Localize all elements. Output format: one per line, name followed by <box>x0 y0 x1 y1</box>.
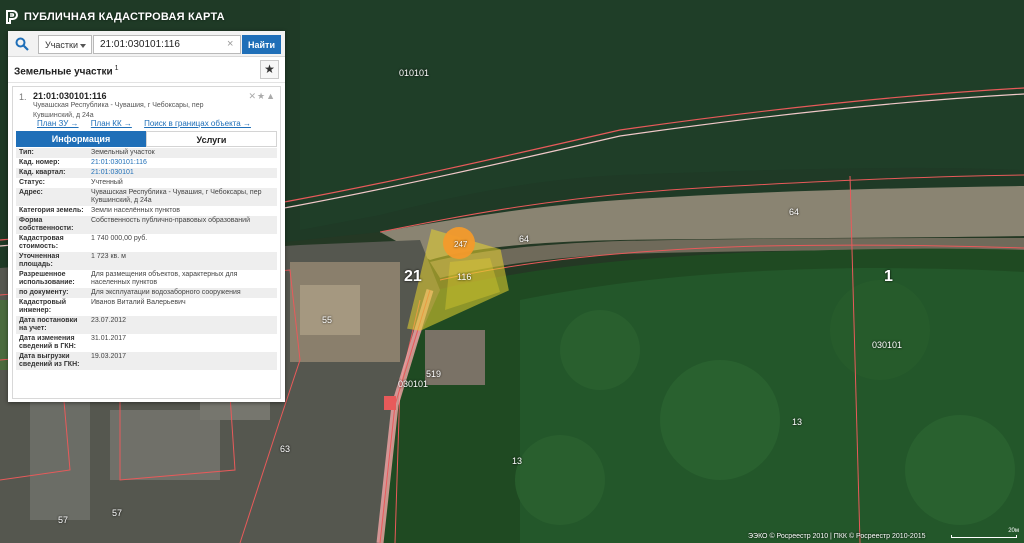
table-row: по документу: Для эксплуатации водозаборн… <box>16 288 277 298</box>
parcel-label: 64 <box>519 234 530 244</box>
field-key: Дата выгрузки сведений из ГКН: <box>16 352 88 370</box>
search-button[interactable]: Найти <box>242 35 281 54</box>
logo-icon <box>6 10 18 24</box>
results-title: Земельные участки 1 <box>14 65 119 77</box>
table-row: Дата изменения сведений в ГКН: 31.01.2017 <box>16 334 277 352</box>
link-search-in-bounds[interactable]: Поиск в границах объекта → <box>144 119 251 128</box>
result-card: 1. 21:01:030101:116 Чувашская Республика… <box>12 86 281 399</box>
parcel-label: 57 <box>58 515 69 525</box>
tab-information[interactable]: Информация <box>16 131 146 147</box>
table-row: Дата постановки на учет: 23.07.2012 <box>16 316 277 334</box>
field-value: Собственность публично-правовых образова… <box>88 216 277 234</box>
scale-bar: 20м <box>951 528 1019 539</box>
field-key: Тип: <box>16 148 88 158</box>
field-key: Разрешенное использование: <box>19 271 75 286</box>
star-icon[interactable]: ★ <box>257 91 266 101</box>
parcel-label: 55 <box>322 315 333 325</box>
table-row: Адрес: Чувашская Республика - Чувашия, г … <box>16 188 277 206</box>
field-value: Для размещения объектов, характерных для… <box>91 271 238 286</box>
scale-line <box>951 535 1017 538</box>
field-key: Кадастровая стоимость: <box>19 235 64 250</box>
result-cadastral-number[interactable]: 21:01:030101:116 <box>33 91 107 101</box>
result-tabs: Информация Услуги <box>16 131 277 147</box>
close-icon[interactable]: ✕ <box>248 91 257 101</box>
field-value: 31.01.2017 <box>91 335 127 342</box>
table-row: Кад. номер: 21:01:030101:116 <box>16 158 277 168</box>
field-value: 19.03.2017 <box>88 352 277 370</box>
app-header: ПУБЛИЧНАЯ КАДАСТРОВАЯ КАРТА <box>6 9 225 25</box>
field-value: Земельный участок <box>88 148 277 158</box>
clear-icon[interactable]: × <box>227 38 233 50</box>
tab-services[interactable]: Услуги <box>146 131 277 147</box>
search-bar: Участки × Найти <box>8 31 285 57</box>
district-label: 1 <box>884 268 893 285</box>
results-count: 1 <box>114 65 119 72</box>
collapse-icon[interactable]: ▲ <box>266 91 276 101</box>
quarter-label: 010101 <box>399 68 430 78</box>
marker-label: 247 <box>454 240 468 249</box>
quarter-label: 030101 <box>872 340 903 350</box>
search-type-label: Участки <box>45 40 78 50</box>
table-row: Дата выгрузки сведений из ГКН: 19.03.2017 <box>16 352 277 370</box>
result-address: Чувашская Республика - Чувашия, г Чебокс… <box>33 102 204 119</box>
parcel-label: 116 <box>457 272 472 282</box>
chevron-down-icon <box>80 44 86 48</box>
field-value: Для эксплуатации водозаборного сооружени… <box>88 288 277 298</box>
field-value: 23.07.2012 <box>88 316 277 334</box>
field-key: Кад. номер: <box>19 159 60 166</box>
results-header: Земельные участки 1 ★ <box>8 57 285 83</box>
field-key: Кадастровый инженер: <box>19 299 67 314</box>
search-panel: Участки × Найти Земельные участки1 ★ 1. … <box>8 31 285 402</box>
field-value: Иванов Виталий Валерьевич <box>91 299 186 306</box>
table-row: Кадастровый инженер: Иванов Виталий Валер… <box>16 298 277 316</box>
result-links: План ЗУ → План КК → Поиск в границах объ… <box>37 119 261 128</box>
field-key: Адрес: <box>16 188 88 206</box>
field-value[interactable]: 21:01:030101 <box>88 168 277 178</box>
field-key: Дата постановки на учет: <box>16 316 88 334</box>
link-plan-kk[interactable]: План КК → <box>91 119 132 128</box>
parcel-label: 519 <box>426 369 442 379</box>
map-attribution: ЭЭКО © Росреестр 2010 | ПКК © Росреестр … <box>748 533 926 540</box>
favorites-button[interactable]: ★ <box>260 60 279 79</box>
search-icon[interactable] <box>15 37 29 51</box>
field-value: 1 723 кв. м <box>88 252 277 270</box>
table-row: Категория земель: Земли населённых пункто… <box>16 206 277 216</box>
quarter-label: 030101 <box>398 379 429 389</box>
result-index: 1. <box>19 92 27 102</box>
table-row: Разрешенное использование: Для размещения… <box>16 270 277 288</box>
field-value: 1 740 000,00 руб. <box>91 235 148 242</box>
parcel-label: 13 <box>792 417 803 427</box>
link-plan-zu[interactable]: План ЗУ → <box>37 119 79 128</box>
parcel-label: 64 <box>789 207 800 217</box>
search-type-select[interactable]: Участки <box>38 35 92 54</box>
table-row: Статус: Учтенный <box>16 178 277 188</box>
field-key: Уточненная площадь: <box>16 252 88 270</box>
results-title-text: Земельные участки <box>14 66 113 78</box>
star-icon: ★ <box>264 62 275 76</box>
scale-label: 20м <box>1008 528 1019 534</box>
table-row: Тип: Земельный участок <box>16 148 277 158</box>
table-row: Форма собственности: Собственность публич… <box>16 216 277 234</box>
search-input[interactable] <box>93 35 241 54</box>
parcel-label: 57 <box>112 508 123 518</box>
table-row: Кадастровая стоимость: 1 740 000,00 руб. <box>16 234 277 252</box>
field-value[interactable]: 21:01:030101:116 <box>88 158 277 168</box>
field-key: Дата изменения сведений в ГКН: <box>19 335 76 350</box>
parcel-label: 13 <box>512 456 523 466</box>
field-key: Форма собственности: <box>16 216 88 234</box>
table-row: Уточненная площадь: 1 723 кв. м <box>16 252 277 270</box>
parcel-label: 63 <box>280 444 291 454</box>
field-key: по документу: <box>16 288 88 298</box>
field-key: Статус: <box>19 179 45 186</box>
field-value: Земли населённых пунктов <box>91 207 181 214</box>
district-label: 21 <box>404 268 422 285</box>
field-value: Учтенный <box>91 179 123 186</box>
app-title: ПУБЛИЧНАЯ КАДАСТРОВАЯ КАРТА <box>24 11 225 23</box>
table-row: Кад. квартал: 21:01:030101 <box>16 168 277 178</box>
result-actions: ✕★▲ <box>248 91 276 102</box>
field-value: Чувашская Республика - Чувашия, г Чебокс… <box>88 188 277 206</box>
info-table: Тип: Земельный участок Кад. номер: 21:01:0… <box>16 148 277 370</box>
field-key: Категория земель: <box>19 207 84 214</box>
field-key: Кад. квартал: <box>16 168 88 178</box>
